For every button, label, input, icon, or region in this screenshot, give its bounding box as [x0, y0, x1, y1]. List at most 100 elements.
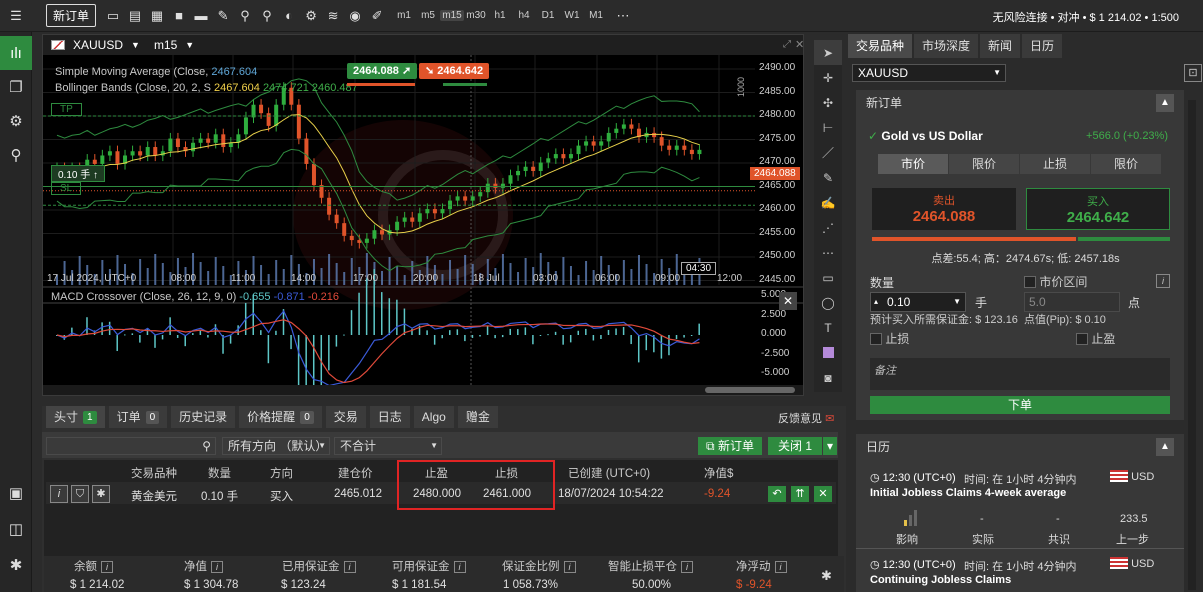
automate-icon[interactable]: ⚙	[0, 104, 32, 138]
sell-button[interactable]: 卖出 2464.088	[872, 188, 1016, 230]
column-header[interactable]: 净值$	[704, 465, 733, 481]
column-header[interactable]: 已创建 (UTC+0)	[568, 465, 650, 481]
takeprofit-checkbox[interactable]: 止盈	[1076, 330, 1115, 347]
info-icon[interactable]: i	[1156, 274, 1170, 288]
timeframe-h1[interactable]: h1	[488, 10, 512, 21]
price-chart[interactable]	[43, 55, 803, 395]
timeframe-m1[interactable]: m1	[392, 10, 416, 21]
color-icon[interactable]	[814, 340, 842, 365]
range-input[interactable]: 5.0	[1024, 292, 1120, 312]
timeframe-m30[interactable]: m30	[464, 10, 488, 21]
more-icon[interactable]: ⋯	[612, 5, 634, 27]
double-position-icon[interactable]: ⇈	[791, 486, 809, 502]
column-header[interactable]: 交易品种	[131, 465, 177, 481]
market-range-toggle[interactable]: 市价区间	[1024, 273, 1087, 290]
bottom-new-order-button[interactable]: ⧉ 新订单	[698, 437, 762, 455]
wallet-icon[interactable]: ◫	[0, 512, 32, 546]
summary-info-icon[interactable]: i	[453, 561, 466, 573]
search-input[interactable]: ⚲	[46, 437, 216, 455]
chart-panel[interactable]: XAUUSD ▼ m15 ▼ ⤢ ✕ Simple Moving Average…	[42, 34, 804, 396]
tp-label[interactable]: TP	[51, 103, 82, 116]
fib-icon[interactable]: ⋰	[814, 215, 842, 240]
summary-info-icon[interactable]: i	[681, 561, 693, 573]
close-macd-icon[interactable]: ✕	[779, 292, 797, 310]
place-order-button[interactable]: 下单	[870, 396, 1170, 414]
feedback-link[interactable]: 反馈意见 ✉	[778, 410, 834, 426]
tab-calendar[interactable]: 日历	[1022, 34, 1063, 58]
column-header[interactable]: 建仓价	[338, 465, 373, 481]
tab-market-depth[interactable]: 市场深度	[914, 34, 979, 58]
timeframe-D1[interactable]: D1	[536, 10, 560, 21]
trendline-icon[interactable]: ／	[814, 140, 842, 165]
zoom-out-icon[interactable]: ⚲	[256, 5, 278, 27]
order-type-market[interactable]: 市价	[878, 154, 948, 174]
buy-button[interactable]: 买入 2464.642	[1026, 188, 1170, 230]
tab-symbols[interactable]: 交易品种	[848, 34, 913, 58]
row-settings-icon[interactable]: ✱	[92, 485, 110, 503]
timeframe-m5[interactable]: m5	[416, 10, 440, 21]
tab-trades[interactable]: 交易	[325, 406, 366, 428]
sell-price-badge[interactable]: 2464.088 ➚	[347, 63, 418, 79]
tab-positions[interactable]: 头寸 1	[46, 406, 105, 428]
close-positions-button[interactable]: 关闭 1	[768, 437, 822, 455]
move-icon[interactable]: ✣	[814, 90, 842, 115]
new-order-button[interactable]: 新订单	[46, 4, 97, 27]
order-type-stop[interactable]: 止损	[1020, 154, 1090, 174]
collapse-icon[interactable]: ▲	[1156, 94, 1174, 112]
settings-icon[interactable]: ✱	[0, 548, 32, 582]
quantity-stepper[interactable]: 0.10 ▼ ▴	[870, 292, 966, 312]
row-protect-icon[interactable]: ⛉	[71, 485, 89, 503]
close-dropdown-icon[interactable]: ▾	[823, 437, 837, 455]
pen-icon[interactable]: ✐	[366, 5, 388, 27]
cursor-icon[interactable]: ➤	[814, 40, 842, 65]
trade-icon[interactable]: ılı	[0, 36, 32, 70]
timeframe-m15[interactable]: m15	[440, 10, 465, 21]
chart-icon[interactable]: ⊡	[1184, 64, 1202, 82]
timeframe-h4[interactable]: h4	[512, 10, 536, 21]
note-input[interactable]: 备注	[870, 358, 1170, 390]
summary-info-icon[interactable]: i	[101, 561, 113, 573]
copy-icon[interactable]: ❐	[0, 70, 32, 104]
sl-label[interactable]: SL	[51, 182, 82, 195]
grid-tool-icon[interactable]: ⋯	[814, 240, 842, 265]
text-icon[interactable]: T	[814, 315, 842, 340]
stoploss-checkbox[interactable]: 止损	[870, 330, 909, 347]
crosshair-icon[interactable]: ✛	[814, 65, 842, 90]
direction-filter[interactable]: 所有方向 （默认） ▼	[222, 437, 330, 455]
analyze-icon[interactable]: ⚲	[0, 138, 32, 172]
draw-icon[interactable]: ✎	[212, 5, 234, 27]
indicator-icon[interactable]: ◐	[278, 5, 300, 27]
reverse-position-icon[interactable]: ↶	[768, 486, 786, 502]
close-position-icon[interactable]: ✕	[814, 486, 832, 502]
right-scrollbar[interactable]	[1188, 100, 1196, 590]
bot-icon[interactable]: ⚙	[300, 5, 322, 27]
order-type-stop-limit[interactable]: 限价	[1091, 154, 1161, 174]
position-label[interactable]: 0.10 手 ↑	[51, 165, 106, 182]
order-type-limit[interactable]: 限价	[949, 154, 1019, 174]
summary-info-icon[interactable]: i	[343, 561, 356, 573]
chart-symbol[interactable]: XAUUSD	[73, 38, 123, 52]
pencil-icon[interactable]: ✎	[814, 165, 842, 190]
layers-icon[interactable]: ≋	[322, 5, 344, 27]
camera-icon[interactable]: ◙	[814, 365, 842, 390]
close-chart-icon[interactable]: ✕	[795, 38, 804, 51]
ellipse-icon[interactable]: ◯	[814, 290, 842, 315]
column-header[interactable]: 数量	[208, 465, 231, 481]
timeframe-dropdown-icon[interactable]: ▼	[185, 40, 194, 50]
tab-log[interactable]: 日志	[369, 406, 410, 428]
hamburger-menu-icon[interactable]: ☰	[6, 5, 26, 27]
tab-orders[interactable]: 订单 0	[108, 406, 168, 428]
eye-icon[interactable]: ◉	[344, 5, 366, 27]
chart-type-icon[interactable]: ▭	[102, 5, 124, 27]
tab-price-alerts[interactable]: 价格提醒 0	[239, 406, 322, 428]
group-filter[interactable]: 不合计 ▼	[334, 437, 442, 455]
column-header[interactable]: 方向	[270, 465, 293, 481]
horizontal-line-icon[interactable]: ⊢	[814, 115, 842, 140]
zoom-in-icon[interactable]: ⚲	[234, 5, 256, 27]
rectangle-icon[interactable]: ▭	[814, 265, 842, 290]
summary-settings-icon[interactable]: ✱	[821, 568, 832, 584]
split-layout-icon[interactable]: ▬	[190, 5, 212, 27]
summary-info-icon[interactable]: i	[211, 561, 223, 573]
timeframe-M1[interactable]: M1	[584, 10, 608, 21]
tab-news[interactable]: 新闻	[980, 34, 1021, 58]
